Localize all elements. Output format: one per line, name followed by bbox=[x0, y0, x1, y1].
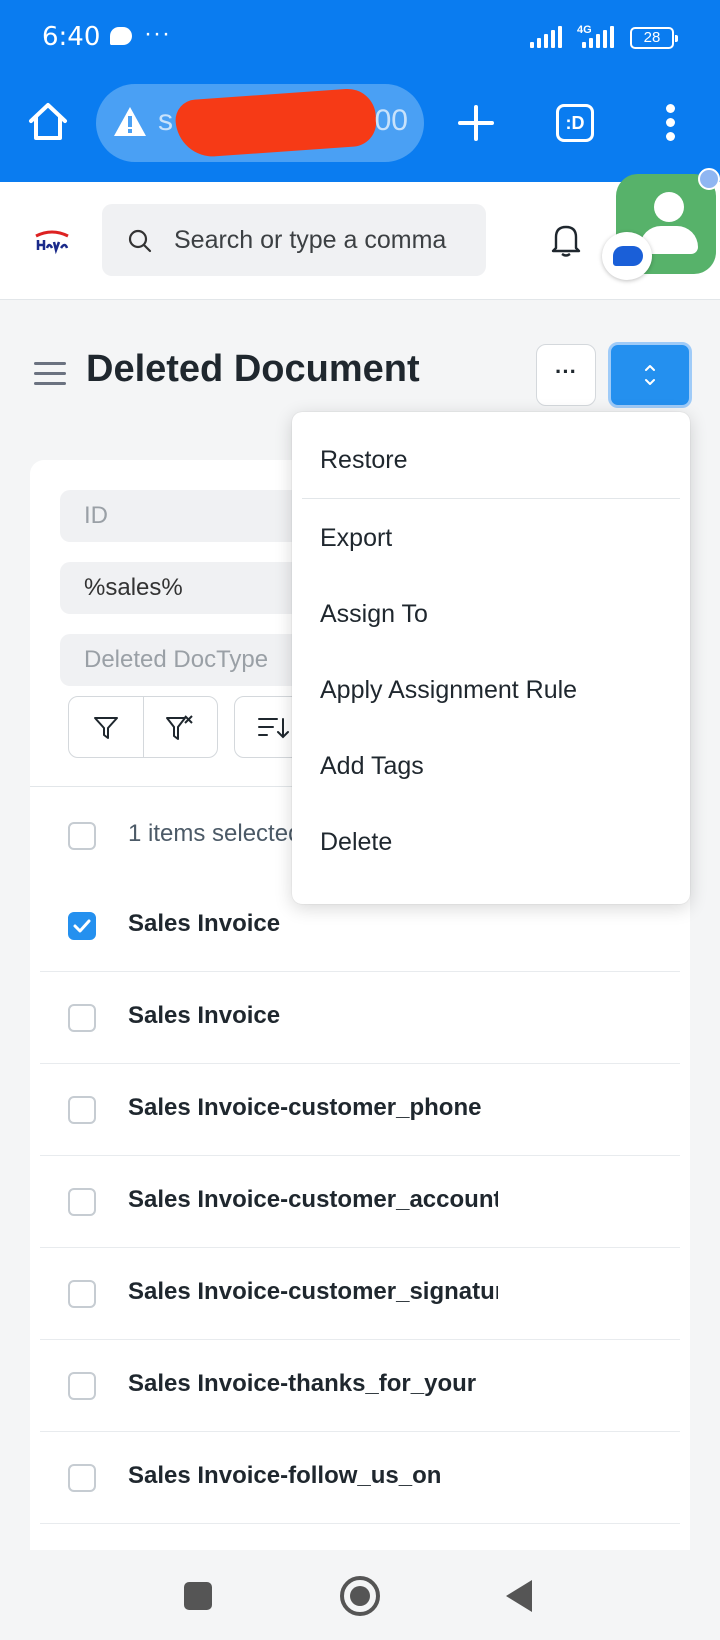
list-row[interactable]: Sales Invoice-customer_signature bbox=[40, 1248, 680, 1340]
list-row[interactable]: Sales Invoice-customer_account bbox=[40, 1156, 680, 1248]
row-label[interactable]: Sales Invoice-customer_phone bbox=[128, 1094, 498, 1122]
menu-item-assign-to[interactable]: Assign To bbox=[320, 600, 428, 629]
list-row[interactable]: Sales Invoice-thanks_for_your bbox=[40, 1340, 680, 1432]
home-icon[interactable] bbox=[26, 100, 70, 144]
actions-dropdown-button[interactable] bbox=[608, 342, 692, 408]
search-icon bbox=[128, 229, 152, 253]
warning-icon bbox=[114, 107, 146, 136]
recents-icon[interactable] bbox=[184, 1582, 212, 1610]
list-row[interactable]: Sales Invoice-customer_phone bbox=[40, 1064, 680, 1156]
message-notification-icon bbox=[110, 27, 132, 45]
menu-item-add-tags[interactable]: Add Tags bbox=[320, 752, 424, 781]
list-row[interactable]: Sales Invoice-follow_us_on bbox=[40, 1432, 680, 1524]
browser-toolbar: 6:40 ··· 4G 28 s 00 :D bbox=[0, 0, 720, 182]
row-checkbox[interactable] bbox=[68, 1464, 96, 1492]
search-box[interactable] bbox=[102, 204, 486, 276]
system-navigation-bar bbox=[0, 1550, 720, 1640]
clear-filter-icon[interactable] bbox=[165, 713, 195, 743]
actions-dropdown-menu: Restore Export Assign To Apply Assignmen… bbox=[292, 412, 690, 904]
menu-item-apply-assignment-rule[interactable]: Apply Assignment Rule bbox=[320, 676, 577, 705]
home-nav-icon[interactable] bbox=[340, 1576, 380, 1616]
new-tab-icon[interactable] bbox=[456, 103, 496, 143]
filter-icon[interactable] bbox=[93, 715, 119, 741]
status-time: 6:40 bbox=[42, 22, 101, 52]
messages-bubble-icon[interactable] bbox=[602, 232, 652, 280]
row-label[interactable]: Sales Invoice-customer_signature bbox=[128, 1278, 498, 1306]
more-notifications-indicator: ··· bbox=[144, 20, 171, 47]
row-label[interactable]: Sales Invoice-thanks_for_your bbox=[128, 1370, 498, 1398]
row-checkbox[interactable] bbox=[68, 1188, 96, 1216]
bubble-badge bbox=[698, 168, 720, 190]
tabs-button[interactable]: :D bbox=[556, 104, 594, 142]
url-text: s bbox=[158, 104, 173, 137]
list-row[interactable]: Sales Invoice bbox=[40, 972, 680, 1064]
battery-indicator: 28 bbox=[630, 27, 678, 49]
sidebar-toggle-icon[interactable] bbox=[34, 362, 66, 386]
signal-strength-icon-2 bbox=[582, 26, 614, 48]
menu-item-delete[interactable]: Delete bbox=[320, 828, 392, 857]
menu-item-export[interactable]: Export bbox=[320, 524, 392, 553]
row-checkbox[interactable] bbox=[68, 1096, 96, 1124]
menu-divider bbox=[302, 498, 680, 499]
row-checkbox[interactable] bbox=[68, 1004, 96, 1032]
row-checkbox[interactable] bbox=[68, 912, 96, 940]
back-icon[interactable] bbox=[506, 1580, 532, 1612]
signal-strength-icon bbox=[530, 26, 562, 48]
row-label[interactable]: Sales Invoice bbox=[128, 910, 498, 938]
row-label[interactable]: Sales Invoice-customer_account bbox=[128, 1186, 498, 1214]
search-input[interactable] bbox=[174, 204, 474, 276]
filter-button-group bbox=[68, 696, 218, 758]
selection-count-label: 1 items selected bbox=[128, 820, 302, 847]
chevron-up-down-icon bbox=[645, 365, 655, 385]
more-options-button[interactable]: ··· bbox=[536, 344, 596, 406]
row-label[interactable]: Sales Invoice bbox=[128, 1002, 498, 1030]
select-all-checkbox[interactable] bbox=[68, 822, 96, 850]
checkmark-icon bbox=[73, 919, 91, 933]
address-bar[interactable]: s 00 bbox=[96, 84, 424, 162]
brand-logo[interactable] bbox=[32, 228, 72, 256]
url-suffix: 00 bbox=[374, 104, 408, 137]
redaction-mark bbox=[174, 87, 378, 159]
row-checkbox[interactable] bbox=[68, 1280, 96, 1308]
menu-item-restore[interactable]: Restore bbox=[320, 446, 408, 475]
page-title: Deleted Document bbox=[86, 348, 420, 390]
row-label[interactable]: Sales Invoice-follow_us_on bbox=[128, 1462, 498, 1490]
browser-menu-icon[interactable] bbox=[664, 104, 676, 144]
row-checkbox[interactable] bbox=[68, 1372, 96, 1400]
notification-bell-icon[interactable] bbox=[550, 222, 582, 258]
sort-icon bbox=[258, 718, 289, 739]
